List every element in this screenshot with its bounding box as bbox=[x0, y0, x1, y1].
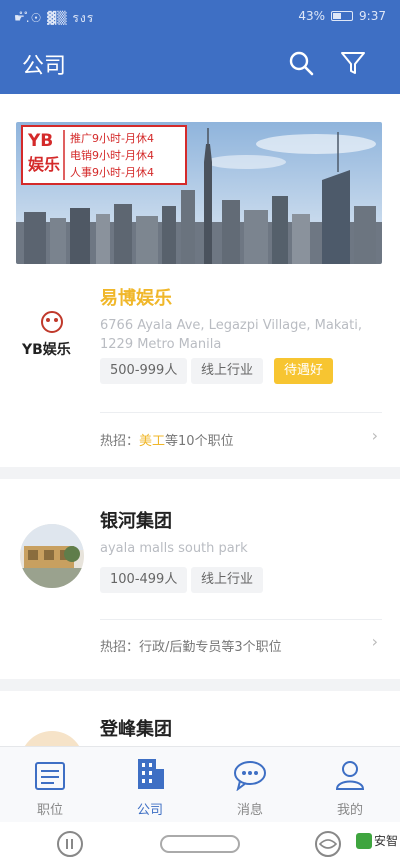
divider bbox=[100, 619, 382, 620]
building-icon bbox=[138, 759, 164, 789]
divider bbox=[100, 412, 382, 413]
company-banner[interactable]: YB 娱乐 推广9小时-月休4 电销9小时-月休4 人事9小时-月休4 bbox=[16, 122, 382, 264]
tab-jobs[interactable]: 职位 bbox=[10, 755, 90, 819]
mall-photo-avatar bbox=[20, 524, 84, 588]
banner-logo-line2: 娱乐 bbox=[28, 155, 60, 174]
tab-label: 我的 bbox=[336, 803, 363, 818]
hot-job-keyword: 美工 bbox=[139, 434, 166, 449]
app-header: 公司 bbox=[0, 34, 400, 94]
battery-percent: 43% bbox=[298, 9, 326, 23]
company-card[interactable]: YB 娱乐 推广9小时-月休4 电销9小时-月休4 人事9小时-月休4 YB娱乐… bbox=[0, 94, 400, 467]
city-skyline-image: YB 娱乐 推广9小时-月休4 电销9小时-月休4 人事9小时-月休4 bbox=[16, 122, 382, 264]
filter-icon bbox=[341, 52, 365, 74]
banner-line-3: 人事9小时-月休4 bbox=[70, 166, 154, 179]
company-address: ayala malls south park bbox=[100, 541, 248, 556]
chevron-right-icon[interactable]: › bbox=[372, 632, 378, 651]
clock: 9:37 bbox=[359, 9, 386, 23]
search-icon bbox=[289, 51, 314, 76]
watermark-logo-icon bbox=[356, 832, 372, 849]
status-bar: ☛ໍ.ໍ☉ ▓▒ รงร 43% 9:37 bbox=[0, 0, 400, 34]
company-avatar bbox=[24, 731, 80, 746]
benefit-tag: 待遇好 bbox=[274, 358, 334, 384]
list-icon bbox=[35, 762, 65, 790]
company-list[interactable]: YB 娱乐 推广9小时-月休4 电销9小时-月休4 人事9小时-月休4 YB娱乐… bbox=[0, 94, 400, 746]
home-pill-button[interactable] bbox=[160, 835, 240, 853]
company-logo bbox=[20, 731, 84, 746]
banner-line-1: 推广9小时-月休4 bbox=[70, 131, 154, 145]
tab-label: 公司 bbox=[136, 803, 163, 818]
system-nav-bar: 安智 bbox=[0, 822, 400, 867]
hot-jobs-row[interactable]: 热招：行政/后勤专员等3个职位 bbox=[100, 636, 282, 655]
bottom-tab-bar: 职位 公司 消息 我的 bbox=[0, 746, 400, 822]
tab-companies[interactable]: 公司 bbox=[110, 755, 190, 819]
recent-apps-icon[interactable] bbox=[56, 830, 84, 858]
filter-button[interactable] bbox=[336, 46, 370, 80]
eye-comfort-icon[interactable] bbox=[314, 830, 342, 858]
company-address: 6766 Ayala Ave, Legazpi Village, Makati,… bbox=[100, 318, 362, 352]
industry-tag: 线上行业 bbox=[191, 567, 264, 593]
company-logo bbox=[20, 524, 84, 588]
company-card[interactable]: 登峰集团 bbox=[0, 691, 400, 746]
signal-indicators: ☛ໍ.ໍ☉ ▓▒ รงร bbox=[14, 11, 95, 25]
company-logo: YB娱乐 bbox=[20, 304, 84, 368]
industry-tag: 线上行业 bbox=[191, 358, 264, 384]
tab-label: 消息 bbox=[236, 803, 263, 818]
size-tag: 500-999人 bbox=[100, 358, 188, 384]
hot-jobs-row[interactable]: 热招：美工等10个职位 bbox=[100, 430, 234, 449]
watermark: 安智 bbox=[356, 832, 398, 849]
company-card[interactable]: 银河集团 ayala malls south park 100-499人 线上行… bbox=[0, 479, 400, 679]
tab-messages[interactable]: 消息 bbox=[210, 755, 290, 819]
tab-profile[interactable]: 我的 bbox=[310, 755, 390, 819]
company-name[interactable]: 易博娱乐 bbox=[100, 284, 172, 310]
chat-icon bbox=[234, 761, 266, 791]
page-title: 公司 bbox=[22, 54, 67, 79]
company-name[interactable]: 登峰集团 bbox=[100, 715, 172, 741]
profile-icon bbox=[335, 761, 365, 790]
banner-logo-line1: YB bbox=[27, 131, 53, 151]
banner-line-2: 电销9小时-月休4 bbox=[70, 148, 154, 162]
tab-label: 职位 bbox=[36, 803, 63, 818]
logo-text: YB娱乐 bbox=[21, 341, 71, 358]
company-name[interactable]: 银河集团 bbox=[100, 507, 172, 533]
size-tag: 100-499人 bbox=[100, 567, 188, 593]
battery-icon bbox=[331, 11, 354, 21]
search-button[interactable] bbox=[284, 46, 318, 80]
yb-logo-icon: YB娱乐 bbox=[20, 304, 84, 368]
chevron-right-icon[interactable]: › bbox=[372, 426, 378, 445]
